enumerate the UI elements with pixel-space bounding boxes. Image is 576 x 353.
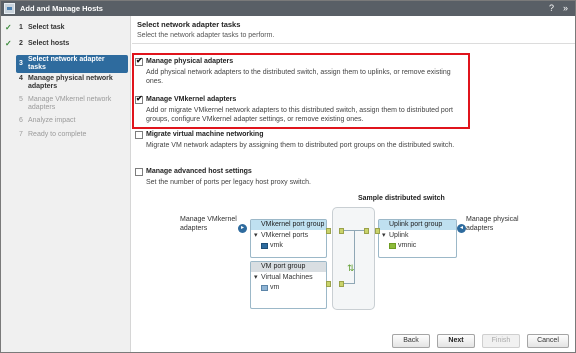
- expand-icon: ▾: [254, 232, 258, 239]
- app-icon: [4, 3, 15, 14]
- step-label: Ready to complete: [28, 131, 87, 138]
- arrow-left-icon: ◂: [457, 224, 466, 233]
- step-7: 7 Ready to complete: [1, 130, 131, 142]
- vmkernel-ports-label: VMkernel ports: [261, 232, 309, 239]
- step-1[interactable]: ✓ 1 Select task: [1, 22, 131, 34]
- expand-icon: ▾: [382, 232, 386, 239]
- port-icon: [326, 281, 331, 287]
- vm-port-group: VM port group ▾ Virtual Machines vm: [250, 261, 327, 309]
- divider: [132, 43, 575, 44]
- step-number: 3: [19, 60, 23, 67]
- steps-sidebar: ✓ 1 Select task ✓ 2 Select hosts 3 Selec…: [1, 16, 131, 352]
- option-vmkernel-adapters[interactable]: ✔ Manage VMkernel adapters Add or migrat…: [135, 94, 470, 126]
- uplink-label: Uplink: [389, 232, 409, 239]
- step-number: 2: [19, 40, 23, 47]
- arrow-right-icon: ▸: [238, 224, 247, 233]
- port-icon: [339, 281, 344, 287]
- port-icon: [326, 228, 331, 234]
- option-description: Migrate VM network adapters by assigning…: [146, 142, 455, 149]
- connector-line: [354, 230, 355, 284]
- step-number: 6: [19, 117, 23, 124]
- page-title: Select network adapter tasks: [137, 20, 241, 29]
- cancel-button[interactable]: Cancel: [527, 334, 569, 348]
- wizard-footer: Back Next Finish Cancel: [132, 332, 575, 352]
- step-6: 6 Analyze impact: [1, 116, 131, 128]
- step-5: 5 Manage VMkernel network adapters: [1, 95, 131, 113]
- step-label: Analyze impact: [28, 117, 76, 124]
- port-icon: [364, 228, 369, 234]
- vmk-label: vmk: [270, 242, 283, 249]
- checkbox-vmkernel-adapters[interactable]: ✔: [135, 94, 143, 104]
- close-icon[interactable]: »: [559, 2, 572, 15]
- checkbox-migrate-vm-networking[interactable]: [135, 131, 143, 139]
- virtual-machines-label: Virtual Machines: [261, 274, 313, 281]
- port-group-header: VMkernel port group: [251, 220, 326, 230]
- vm-label: vm: [270, 284, 280, 291]
- checkbox-advanced-host-settings[interactable]: [135, 168, 143, 176]
- step-number: 1: [19, 24, 23, 31]
- step-label: Select hosts: [28, 40, 70, 47]
- help-icon[interactable]: ?: [545, 2, 558, 15]
- step-4[interactable]: 4 Manage physical network adapters: [1, 74, 131, 92]
- vmnic-label: vmnic: [398, 242, 417, 249]
- main-panel: Select network adapter tasks Select the …: [132, 16, 575, 332]
- step-number: 4: [19, 75, 23, 82]
- option-description: Set the number of ports per legacy host …: [146, 179, 311, 186]
- step-number: 5: [19, 96, 23, 103]
- connector-line: [344, 283, 354, 284]
- step-2[interactable]: ✓ 2 Select hosts: [1, 38, 131, 50]
- vm-icon: [261, 285, 268, 291]
- checkmark-icon: ✔: [136, 94, 143, 103]
- option-description: Add physical network adapters to the dis…: [146, 69, 451, 85]
- window-title: Add and Manage Hosts: [20, 4, 103, 13]
- step-label: Select task: [28, 24, 65, 31]
- option-description: Add or migrate VMkernel network adapters…: [146, 107, 453, 123]
- step-3[interactable]: 3 Select network adapter tasks: [16, 55, 128, 73]
- port-icon: [375, 228, 380, 234]
- option-physical-adapters[interactable]: ✔ Manage physical adapters Add physical …: [135, 56, 470, 88]
- check-icon: ✓: [5, 39, 12, 48]
- step-label: Manage VMkernel network adapters: [28, 96, 112, 111]
- vmkernel-adapter-icon: [261, 243, 268, 249]
- page-subtitle: Select the network adapter tasks to perf…: [137, 32, 275, 39]
- finish-button: Finish: [482, 334, 520, 348]
- option-migrate-vm-networking[interactable]: Migrate virtual machine networking Migra…: [135, 131, 470, 161]
- checkmark-icon: ✔: [136, 56, 143, 65]
- step-label: Manage physical network adapters: [28, 75, 113, 90]
- diagram-left-label: Manage VMkernel adapters: [180, 216, 237, 232]
- option-title: Manage advanced host settings: [146, 168, 252, 175]
- step-number: 7: [19, 131, 23, 138]
- port-group-header: VM port group: [251, 262, 326, 272]
- uplink-port-group: Uplink port group ▾ Uplink vmnic: [378, 219, 457, 258]
- option-title: Manage VMkernel adapters: [146, 96, 237, 103]
- checkbox-physical-adapters[interactable]: ✔: [135, 56, 143, 66]
- port-icon: [339, 228, 344, 234]
- diagram-right-label: Manage physical adapters: [466, 216, 519, 232]
- step-label: Select network adapter tasks: [28, 56, 105, 71]
- option-advanced-host-settings[interactable]: Manage advanced host settings Set the nu…: [135, 168, 470, 190]
- physical-nic-icon: [389, 243, 396, 249]
- expand-icon: ▾: [254, 274, 258, 281]
- wizard-window: Add and Manage Hosts ? » ✓ 1 Select task…: [0, 0, 576, 353]
- back-button[interactable]: Back: [392, 334, 430, 348]
- title-bar: Add and Manage Hosts ? »: [1, 1, 575, 16]
- traffic-arrows-icon: ⇅: [347, 263, 355, 273]
- check-icon: ✓: [5, 23, 12, 32]
- next-button[interactable]: Next: [437, 334, 475, 348]
- option-title: Migrate virtual machine networking: [146, 131, 264, 138]
- diagram-title: Sample distributed switch: [358, 195, 445, 202]
- option-title: Manage physical adapters: [146, 58, 234, 65]
- vmkernel-port-group: VMkernel port group ▾ VMkernel ports vmk: [250, 219, 327, 258]
- port-group-header: Uplink port group: [379, 220, 456, 230]
